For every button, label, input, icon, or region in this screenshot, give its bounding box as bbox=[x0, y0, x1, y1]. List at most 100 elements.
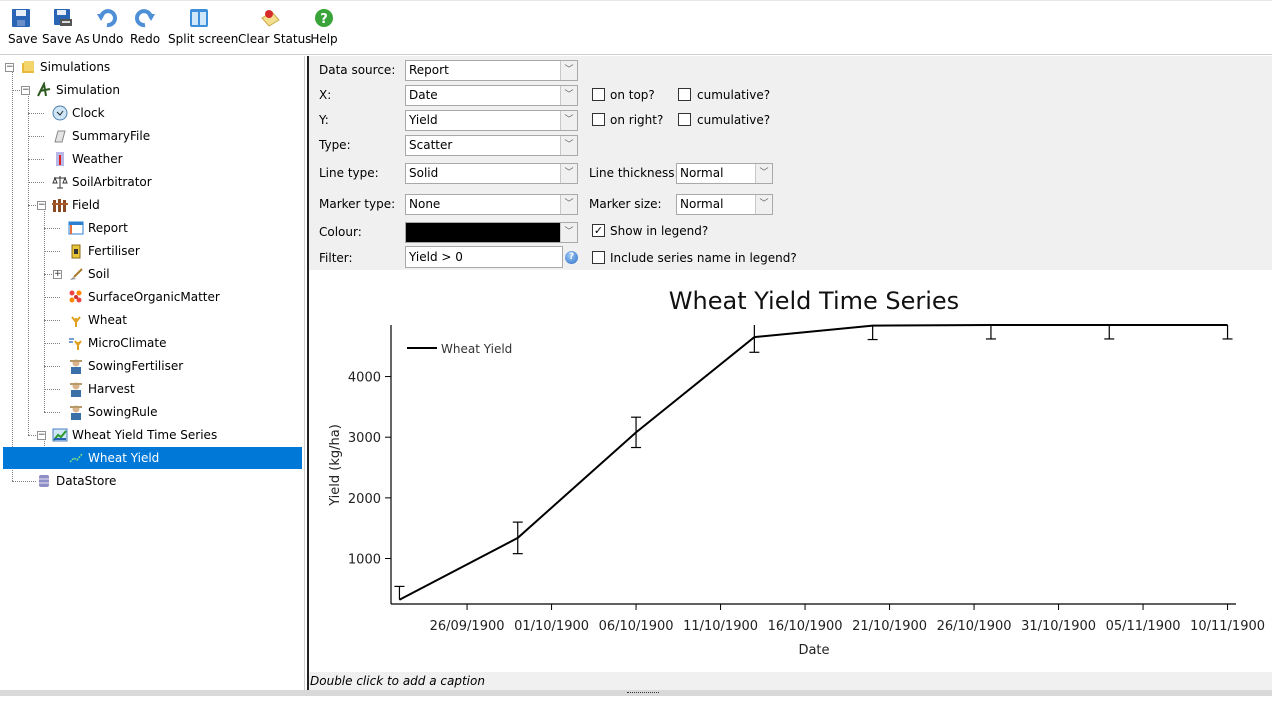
line-type-label: Line type: bbox=[319, 166, 379, 180]
filter-help-icon[interactable]: ? bbox=[565, 251, 578, 264]
show-in-legend-checkbox[interactable]: ✓ bbox=[592, 224, 605, 237]
clear-status-label: Clear Status bbox=[238, 32, 312, 46]
chevron-down-icon[interactable]: ﹀ bbox=[560, 86, 577, 105]
line-type-dropdown[interactable]: Solid ﹀ bbox=[405, 163, 578, 184]
x-cumulative-label: cumulative? bbox=[697, 88, 771, 102]
help-button[interactable]: ? Help bbox=[310, 8, 338, 52]
tree-item-simulation[interactable]: − Simulation bbox=[0, 79, 300, 101]
filter-input-wrap bbox=[405, 246, 563, 268]
tree-item-sowingfertiliser[interactable]: SowingFertiliser bbox=[0, 355, 300, 377]
tree-item-summaryfile[interactable]: SummaryFile bbox=[0, 125, 300, 147]
series-icon bbox=[69, 453, 83, 463]
graph-area[interactable]: Wheat Yield Time Series 26/09/1900 01/10/… bbox=[309, 270, 1272, 672]
y-cumulative-checkbox[interactable] bbox=[678, 113, 691, 126]
x-tick-label: 10/11/1900 bbox=[1190, 619, 1265, 634]
undo-button[interactable]: Undo bbox=[92, 8, 123, 52]
marker-size-dropdown[interactable]: Normal ﹀ bbox=[676, 194, 773, 215]
save-as-icon bbox=[54, 9, 72, 26]
on-top-checkbox[interactable] bbox=[592, 88, 605, 101]
tree-item-field[interactable]: − Field bbox=[0, 194, 300, 216]
surface-organic-matter-icon bbox=[69, 290, 82, 303]
tree-label: Simulations bbox=[40, 60, 111, 74]
collapse-toggle[interactable]: − bbox=[5, 63, 14, 72]
graph-icon bbox=[52, 428, 68, 442]
tree-item-report[interactable]: Report bbox=[0, 217, 300, 239]
data-source-label: Data source: bbox=[319, 63, 396, 77]
show-in-legend-label: Show in legend? bbox=[610, 224, 709, 238]
x-tick-label: 16/10/1900 bbox=[768, 619, 843, 634]
tree-item-clock[interactable]: Clock bbox=[0, 102, 300, 124]
simulation-tree: − Simulations − Simulation Clock Summary… bbox=[0, 56, 305, 692]
tree-item-wheat[interactable]: Wheat bbox=[0, 309, 300, 331]
y-tick-label: 2000 bbox=[348, 492, 381, 507]
expand-toggle[interactable]: + bbox=[53, 270, 62, 279]
soil-shovel-icon bbox=[70, 268, 83, 280]
splitter-grip[interactable] bbox=[627, 692, 659, 695]
chevron-down-icon[interactable]: ﹀ bbox=[560, 61, 577, 80]
manager-icon bbox=[70, 382, 82, 397]
filter-input[interactable] bbox=[406, 247, 562, 267]
clock-icon bbox=[52, 105, 68, 121]
colour-dropdown[interactable]: ﹀ bbox=[405, 222, 578, 243]
chevron-down-icon[interactable]: ﹀ bbox=[560, 136, 577, 155]
tree-item-wheat-yield[interactable]: Wheat Yield bbox=[3, 447, 302, 469]
tree-label: Soil bbox=[88, 267, 110, 281]
y-tick-label: 4000 bbox=[348, 371, 381, 386]
redo-button[interactable]: Redo bbox=[130, 8, 160, 52]
save-as-label: Save As bbox=[42, 32, 90, 46]
chart-legend[interactable]: Wheat Yield bbox=[407, 342, 512, 356]
scales-icon bbox=[52, 176, 68, 189]
tree-item-soilarbitrator[interactable]: SoilArbitrator bbox=[0, 171, 300, 193]
marker-type-dropdown[interactable]: None ﹀ bbox=[405, 194, 578, 215]
tree-item-simulations[interactable]: − Simulations bbox=[0, 56, 300, 78]
x-tick-label: 06/10/1900 bbox=[599, 619, 674, 634]
tree-label: DataStore bbox=[56, 474, 117, 488]
tree-item-surfaceorganicmatter[interactable]: SurfaceOrganicMatter bbox=[0, 286, 300, 308]
type-dropdown[interactable]: Scatter ﹀ bbox=[405, 135, 578, 156]
x-tick-label: 01/10/1900 bbox=[514, 619, 589, 634]
tree-item-harvest[interactable]: Harvest bbox=[0, 378, 300, 400]
on-right-checkbox[interactable] bbox=[592, 113, 605, 126]
toolbar: Save Save As Undo Redo Split screen Clea… bbox=[0, 0, 1272, 55]
y-dropdown[interactable]: Yield ﹀ bbox=[405, 110, 578, 131]
datastore-icon bbox=[39, 475, 49, 487]
save-label: Save bbox=[8, 32, 38, 46]
line-thickness-dropdown[interactable]: Normal ﹀ bbox=[676, 163, 773, 184]
chevron-down-icon[interactable]: ﹀ bbox=[560, 164, 577, 183]
chevron-down-icon[interactable]: ﹀ bbox=[560, 223, 577, 242]
chevron-down-icon[interactable]: ﹀ bbox=[755, 195, 772, 214]
clear-status-button[interactable]: Clear Status bbox=[238, 8, 312, 52]
redo-label: Redo bbox=[130, 32, 161, 46]
tree-label: Wheat bbox=[88, 313, 127, 327]
chevron-down-icon[interactable]: ﹀ bbox=[560, 195, 577, 214]
redo-icon bbox=[135, 9, 155, 28]
x-dropdown[interactable]: Date ﹀ bbox=[405, 85, 578, 106]
chevron-down-icon[interactable]: ﹀ bbox=[560, 111, 577, 130]
graph-caption[interactable]: Double click to add a caption bbox=[309, 672, 1272, 690]
y-axis-label: Yield (kg/ha) bbox=[328, 424, 343, 507]
tree-item-datastore[interactable]: DataStore bbox=[0, 470, 300, 492]
y-value: Yield bbox=[409, 113, 438, 127]
tree-item-soil[interactable]: + Soil bbox=[0, 263, 300, 285]
collapse-toggle[interactable]: − bbox=[37, 431, 46, 440]
y-label: Y: bbox=[319, 113, 329, 127]
tree-item-weather[interactable]: Weather bbox=[0, 148, 300, 170]
tree-item-wheat-yield-time-series[interactable]: − Wheat Yield Time Series bbox=[0, 424, 300, 446]
chevron-down-icon[interactable]: ﹀ bbox=[755, 164, 772, 183]
collapse-toggle[interactable]: − bbox=[21, 86, 30, 95]
tree-label: SurfaceOrganicMatter bbox=[88, 290, 220, 304]
data-source-dropdown[interactable]: Report ﹀ bbox=[405, 60, 578, 81]
split-screen-button[interactable]: Split screen bbox=[168, 8, 238, 52]
save-as-button[interactable]: Save As bbox=[42, 8, 90, 52]
marker-size-value: Normal bbox=[680, 197, 724, 211]
type-label: Type: bbox=[319, 138, 351, 152]
tree-item-microclimate[interactable]: MicroClimate bbox=[0, 332, 300, 354]
tree-label: Field bbox=[72, 198, 100, 212]
tree-item-sowingrule[interactable]: SowingRule bbox=[0, 401, 300, 423]
x-cumulative-checkbox[interactable] bbox=[678, 88, 691, 101]
save-button[interactable]: Save bbox=[8, 8, 38, 52]
include-series-name-checkbox[interactable] bbox=[592, 251, 605, 264]
tree-item-fertiliser[interactable]: Fertiliser bbox=[0, 240, 300, 262]
simulation-icon bbox=[37, 82, 51, 97]
collapse-toggle[interactable]: − bbox=[37, 201, 46, 210]
